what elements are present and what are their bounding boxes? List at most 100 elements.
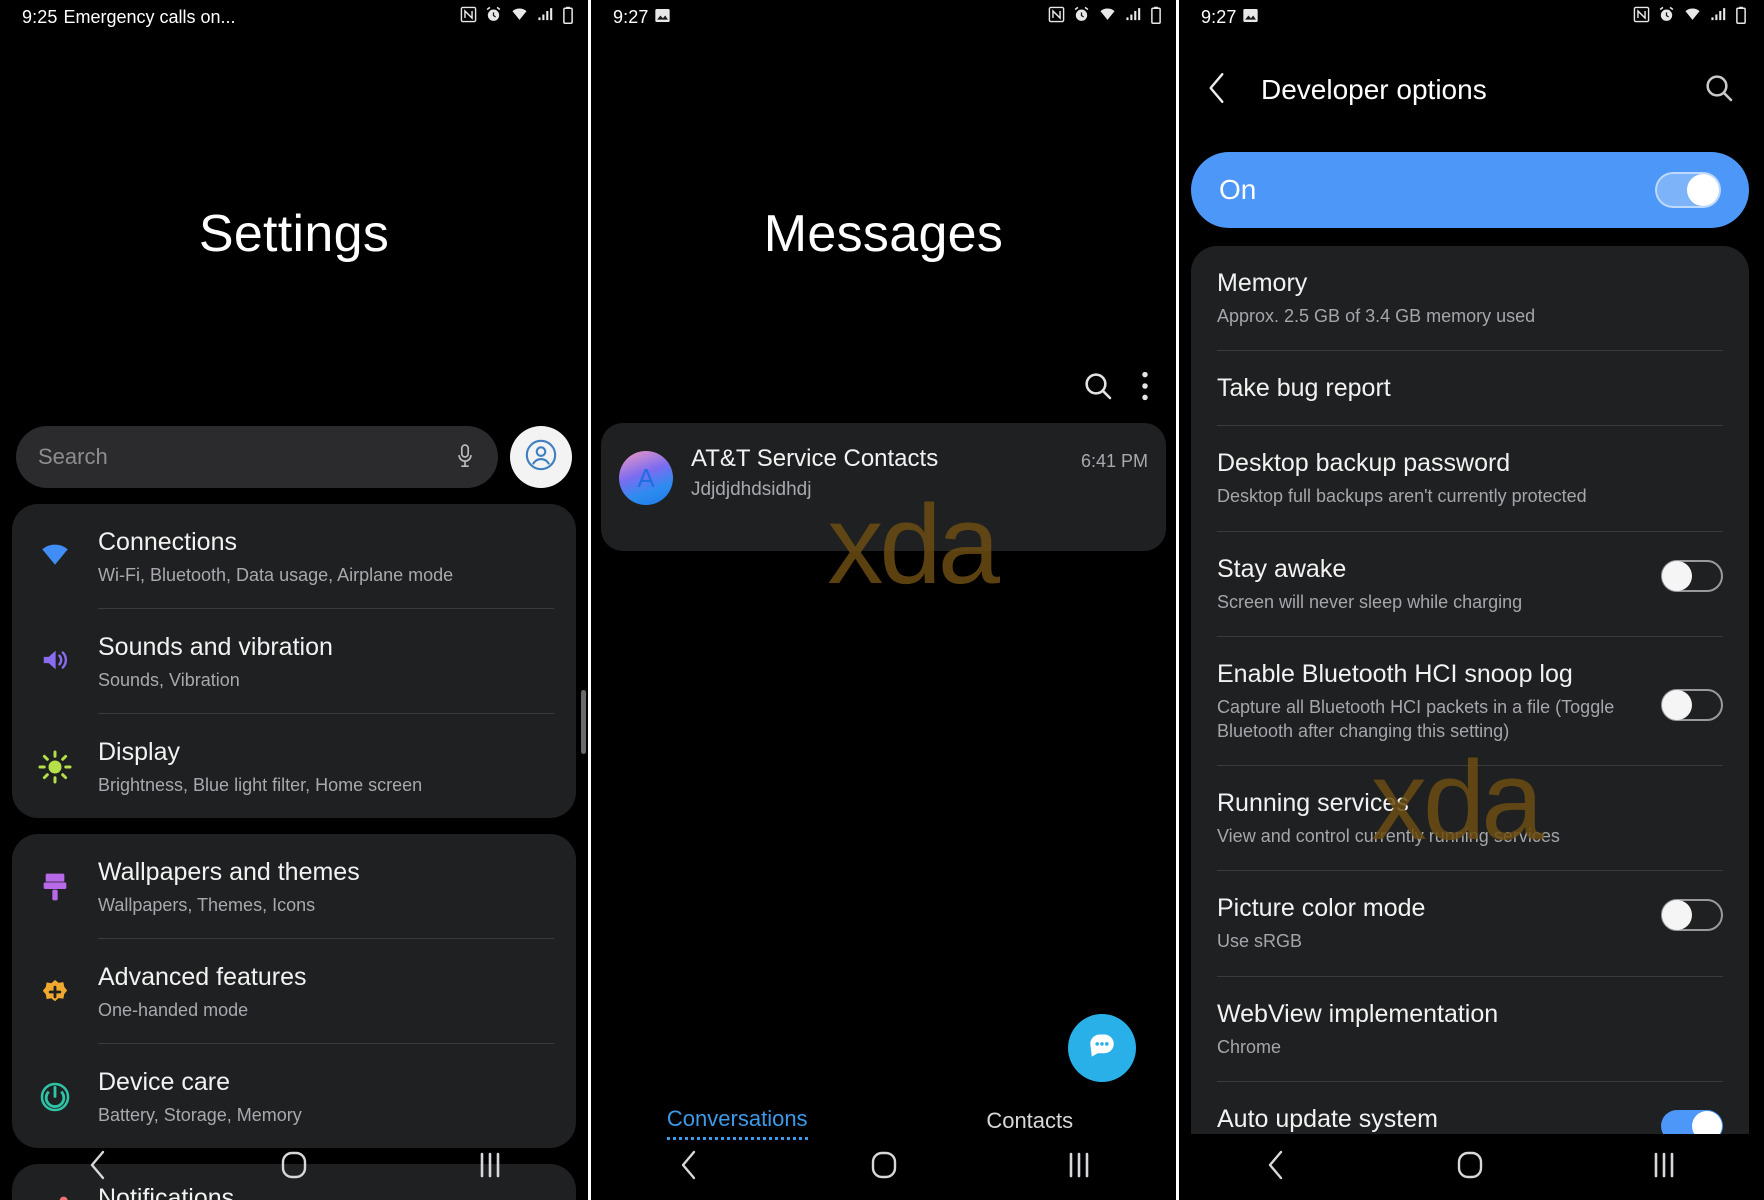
settings-group-1: Connections Wi-Fi, Bluetooth, Data usage… <box>12 504 576 818</box>
item-subtitle: Chrome <box>1217 1036 1282 1057</box>
item-subtitle: Approx. 2.5 GB of 3.4 GB memory used <box>1217 306 1536 326</box>
master-toggle-switch[interactable] <box>1655 172 1721 208</box>
list-item-stay-awake[interactable]: Stay awake Screen will never sleep while… <box>1191 532 1749 614</box>
sidebar-item-display[interactable]: Display Brightness, Blue light filter, H… <box>12 714 576 796</box>
messages-action-row <box>591 370 1176 407</box>
conversation-time: 6:41 PM <box>1080 451 1148 471</box>
navigation-bar <box>591 1134 1176 1200</box>
stay-awake-toggle[interactable] <box>1661 559 1723 592</box>
settings-group-2: Wallpapers and themes Wallpapers, Themes… <box>12 834 576 1148</box>
sidebar-item-connections[interactable]: Connections Wi-Fi, Bluetooth, Data usage… <box>12 504 576 586</box>
conversation-name: AT&T Service Contacts <box>691 445 939 472</box>
list-item-take-bug-report[interactable]: Take bug report <box>1191 351 1749 403</box>
wifi-icon <box>1098 6 1117 28</box>
nav-recents-button[interactable] <box>981 1149 1176 1186</box>
nav-recents-button[interactable] <box>392 1149 588 1186</box>
volume-icon <box>12 623 98 675</box>
nav-home-button[interactable] <box>1373 1149 1567 1186</box>
item-subtitle: View and control currently running servi… <box>1217 825 1560 846</box>
nav-home-button[interactable] <box>786 1149 981 1186</box>
settings-screen: 9:25 Emergency calls on... Settings Sear… <box>0 0 588 1200</box>
item-subtitle: Desktop full backups aren't currently pr… <box>1217 486 1587 507</box>
new-message-button[interactable] <box>1068 1014 1136 1082</box>
alarm-icon <box>485 6 502 28</box>
nav-back-button[interactable] <box>0 1149 196 1186</box>
account-button[interactable] <box>510 426 572 488</box>
conversation-list: A AT&T Service Contacts Jdjdjdhdsidhdj 6… <box>601 423 1166 551</box>
recents-icon <box>477 1149 503 1186</box>
item-title: Stay awake <box>1217 554 1347 583</box>
picture-color-mode-toggle[interactable] <box>1661 899 1723 932</box>
back-icon <box>1205 72 1229 109</box>
nfc-icon <box>1048 6 1065 28</box>
item-subtitle: Wi-Fi, Bluetooth, Data usage, Airplane m… <box>98 564 454 585</box>
brightness-icon <box>12 728 98 784</box>
item-subtitle: Battery, Storage, Memory <box>98 1104 302 1125</box>
nav-home-button[interactable] <box>196 1149 392 1186</box>
account-icon <box>524 438 558 477</box>
item-subtitle: Wallpapers, Themes, Icons <box>98 894 316 915</box>
battery-icon <box>1735 6 1747 29</box>
item-subtitle: Screen will never sleep while charging <box>1217 591 1523 612</box>
avatar: A <box>619 451 673 505</box>
home-icon <box>280 1149 308 1186</box>
list-item-bluetooth-hci-snoop-log[interactable]: Enable Bluetooth HCI snoop log Capture a… <box>1191 637 1749 743</box>
item-subtitle: Sounds, Vibration <box>98 669 240 690</box>
item-title: Device care <box>98 1068 230 1096</box>
status-bar-right <box>1633 6 1747 29</box>
item-title: Take bug report <box>1217 374 1391 403</box>
back-button[interactable] <box>1205 71 1239 110</box>
search-row: Search <box>0 426 588 488</box>
nfc-icon <box>1633 6 1650 28</box>
search-input[interactable]: Search <box>16 426 498 488</box>
wifi-icon <box>510 6 529 28</box>
scrollbar[interactable] <box>581 690 586 754</box>
sidebar-item-advanced-features[interactable]: Advanced features One-handed mode <box>12 939 576 1021</box>
nfc-icon <box>460 6 477 28</box>
item-subtitle: Brightness, Blue light filter, Home scre… <box>98 774 423 795</box>
list-item-webview-implementation[interactable]: WebView implementation Chrome <box>1191 977 1749 1059</box>
item-subtitle: Capture all Bluetooth HCI packets in a f… <box>1217 697 1615 741</box>
status-bar: 9:27 <box>591 0 1176 34</box>
developer-options-master-toggle[interactable]: On <box>1191 152 1749 228</box>
search-icon[interactable] <box>1082 370 1114 407</box>
status-bar-left: 9:27 <box>1201 7 1259 28</box>
back-icon <box>1265 1149 1287 1186</box>
navigation-bar <box>1179 1134 1761 1200</box>
list-item-running-services[interactable]: Running services View and control curren… <box>1191 766 1749 848</box>
mic-icon[interactable] <box>454 442 476 472</box>
nav-back-button[interactable] <box>591 1149 786 1186</box>
status-bar-left: 9:25 Emergency calls on... <box>22 7 236 28</box>
nav-recents-button[interactable] <box>1567 1149 1761 1186</box>
page-title: Messages <box>763 205 1004 263</box>
navigation-bar <box>0 1134 588 1200</box>
status-bar: 9:25 Emergency calls on... <box>0 0 588 34</box>
status-time: 9:25 <box>22 6 58 27</box>
paint-brush-icon <box>12 848 98 904</box>
status-time: 9:27 <box>613 6 649 27</box>
developer-options-screen: 9:27 Developer options On Memory Approx.… <box>1176 0 1761 1200</box>
nav-back-button[interactable] <box>1179 1149 1373 1186</box>
sidebar-item-wallpapers-and-themes[interactable]: Wallpapers and themes Wallpapers, Themes… <box>12 834 576 916</box>
new-message-icon <box>1085 1030 1119 1067</box>
item-title: Connections <box>98 528 237 556</box>
home-icon <box>1456 1149 1484 1186</box>
more-options-icon[interactable] <box>1140 370 1150 407</box>
bluetooth-hci-snoop-log-toggle[interactable] <box>1661 689 1723 722</box>
sidebar-item-sounds-and-vibration[interactable]: Sounds and vibration Sounds, Vibration <box>12 609 576 691</box>
list-item-desktop-backup-password[interactable]: Desktop backup password Desktop full bac… <box>1191 426 1749 508</box>
search-icon <box>1703 74 1735 108</box>
recents-icon <box>1066 1149 1092 1186</box>
list-item-memory[interactable]: Memory Approx. 2.5 GB of 3.4 GB memory u… <box>1191 246 1749 328</box>
list-item[interactable]: AT&T Service Contacts Jdjdjdhdsidhdj <box>673 445 1081 501</box>
status-bar-right <box>1048 6 1162 29</box>
conversation-snippet: Jdjdjdhdsidhdj <box>691 479 812 500</box>
signal-icon <box>1710 6 1727 28</box>
list-item-picture-color-mode[interactable]: Picture color mode Use sRGB <box>1191 871 1749 953</box>
sidebar-item-device-care[interactable]: Device care Battery, Storage, Memory <box>12 1044 576 1126</box>
status-bar-left: 9:27 <box>613 7 671 28</box>
developer-options-list: Memory Approx. 2.5 GB of 3.4 GB memory u… <box>1191 246 1749 1200</box>
search-button[interactable] <box>1703 72 1735 109</box>
power-icon <box>12 1058 98 1114</box>
item-title: Wallpapers and themes <box>98 858 360 886</box>
